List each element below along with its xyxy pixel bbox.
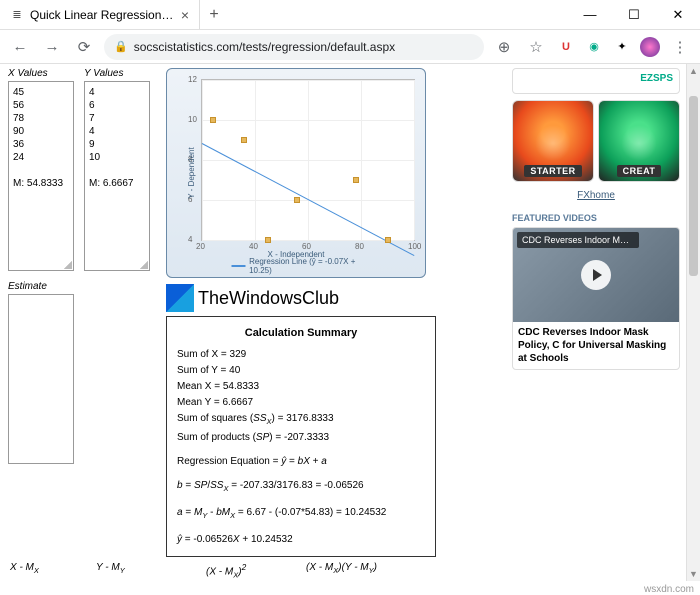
search-icon[interactable]: ⊕ (492, 35, 516, 59)
extensions-icon[interactable]: ✦ (612, 37, 632, 57)
video-overlay-title: CDC Reverses Indoor Mask P... (517, 232, 639, 248)
source-watermark: wsxdn.com (644, 584, 694, 595)
summary-heading: Calculation Summary (177, 325, 425, 347)
extension-green-icon[interactable]: ◉ (584, 37, 604, 57)
tab-title: Quick Linear Regression Calculat (30, 8, 175, 22)
close-window-button[interactable]: ✕ (656, 0, 700, 29)
reload-button[interactable]: ⟳ (72, 35, 96, 59)
summary-line: a = MY - bMX = 6.67 - (-0.07*54.83) = 10… (177, 505, 425, 524)
windowsclub-text: TheWindowsClub (198, 288, 339, 309)
summary-line: Sum of squares (SSX) = 3176.8333 (177, 411, 425, 430)
scrollbar-thumb[interactable] (689, 96, 698, 276)
summary-line: Sum of products (SP) = -207.3333 (177, 430, 425, 446)
vertical-scrollbar[interactable]: ▲ ▼ (686, 64, 700, 581)
scatter-chart: 204060801004681012 Y - Dependent X - Ind… (166, 68, 426, 278)
summary-line: Mean Y = 6.6667 (177, 395, 425, 411)
y-values-label: Y Values (84, 68, 150, 81)
tab-close-icon[interactable]: × (181, 7, 189, 23)
address-bar[interactable]: 🔒 socscistatistics.com/tests/regression/… (104, 34, 484, 60)
estimate-label: Estimate (8, 281, 74, 294)
summary-line: Regression Equation = ŷ = bX + a (177, 454, 425, 470)
video-title: CDC Reverses Indoor Mask Policy, C for U… (513, 322, 679, 369)
scroll-down-icon[interactable]: ▼ (687, 567, 700, 581)
ad-link[interactable]: FXhome (512, 186, 680, 209)
sidebar-ads: EZSPS STARTER CREAT FXhome FEATURED VIDE… (508, 64, 686, 581)
col-header: X - MX (10, 562, 96, 579)
minimize-button[interactable]: — (568, 0, 612, 29)
page-content: X Values 45 56 78 90 36 24 M: 54.8333 Es… (0, 64, 508, 581)
url-text: socscistatistics.com/tests/regression/de… (134, 40, 395, 54)
featured-video[interactable]: CDC Reverses Indoor Mask P... CDC Revers… (512, 227, 680, 370)
table-header-row: X - MX Y - MY (X - MX)2 (X - MX)(Y - MY) (10, 562, 498, 579)
summary-line: Sum of X = 329 (177, 347, 425, 363)
summary-line: ŷ = -0.06526X + 10.24532 (177, 532, 425, 548)
calculation-summary: Calculation Summary Sum of X = 329 Sum o… (166, 316, 436, 557)
lock-icon: 🔒 (114, 40, 128, 53)
ad-mascot-starter[interactable]: STARTER (512, 100, 594, 182)
browser-tab[interactable]: ≣ Quick Linear Regression Calculat × (0, 0, 200, 29)
x-values-textarea[interactable]: 45 56 78 90 36 24 M: 54.8333 (8, 81, 74, 271)
col-header: (X - MX)2 (206, 562, 306, 579)
featured-videos-label: FEATURED VIDEOS (512, 209, 680, 227)
windowsclub-logo-icon (166, 284, 194, 312)
window-titlebar: ≣ Quick Linear Regression Calculat × + —… (0, 0, 700, 30)
scroll-up-icon[interactable]: ▲ (687, 64, 700, 78)
maximize-button[interactable]: ☐ (612, 0, 656, 29)
browser-toolbar: ← → ⟳ 🔒 socscistatistics.com/tests/regre… (0, 30, 700, 64)
ad-mascot-creat[interactable]: CREAT (598, 100, 680, 182)
chart-legend: Regression Line (ŷ = -0.07X + 10.25) (232, 257, 361, 275)
ad-banner[interactable]: EZSPS (512, 68, 680, 94)
play-icon[interactable] (581, 260, 611, 290)
summary-line: b = SP/SSX = -207.33/3176.83 = -0.06526 (177, 478, 425, 497)
back-button[interactable]: ← (8, 35, 32, 59)
summary-line: Mean X = 54.8333 (177, 379, 425, 395)
forward-button[interactable]: → (40, 35, 64, 59)
watermark-overlay: TheWindowsClub (166, 284, 436, 312)
profile-avatar[interactable] (640, 37, 660, 57)
x-values-label: X Values (8, 68, 74, 81)
bookmark-icon[interactable]: ☆ (524, 35, 548, 59)
estimate-textarea[interactable] (8, 294, 74, 464)
y-values-textarea[interactable]: 4 6 7 4 9 10 M: 6.6667 (84, 81, 150, 271)
chart-ylabel: Y - Dependent (187, 147, 196, 198)
summary-line: Sum of Y = 40 (177, 363, 425, 379)
menu-icon[interactable]: ⋮ (668, 35, 692, 59)
col-header: Y - MY (96, 562, 206, 579)
favicon-icon: ≣ (10, 8, 24, 22)
col-header: (X - MX)(Y - MY) (306, 562, 377, 579)
extension-u-icon[interactable]: U (556, 37, 576, 57)
new-tab-button[interactable]: + (200, 0, 228, 29)
